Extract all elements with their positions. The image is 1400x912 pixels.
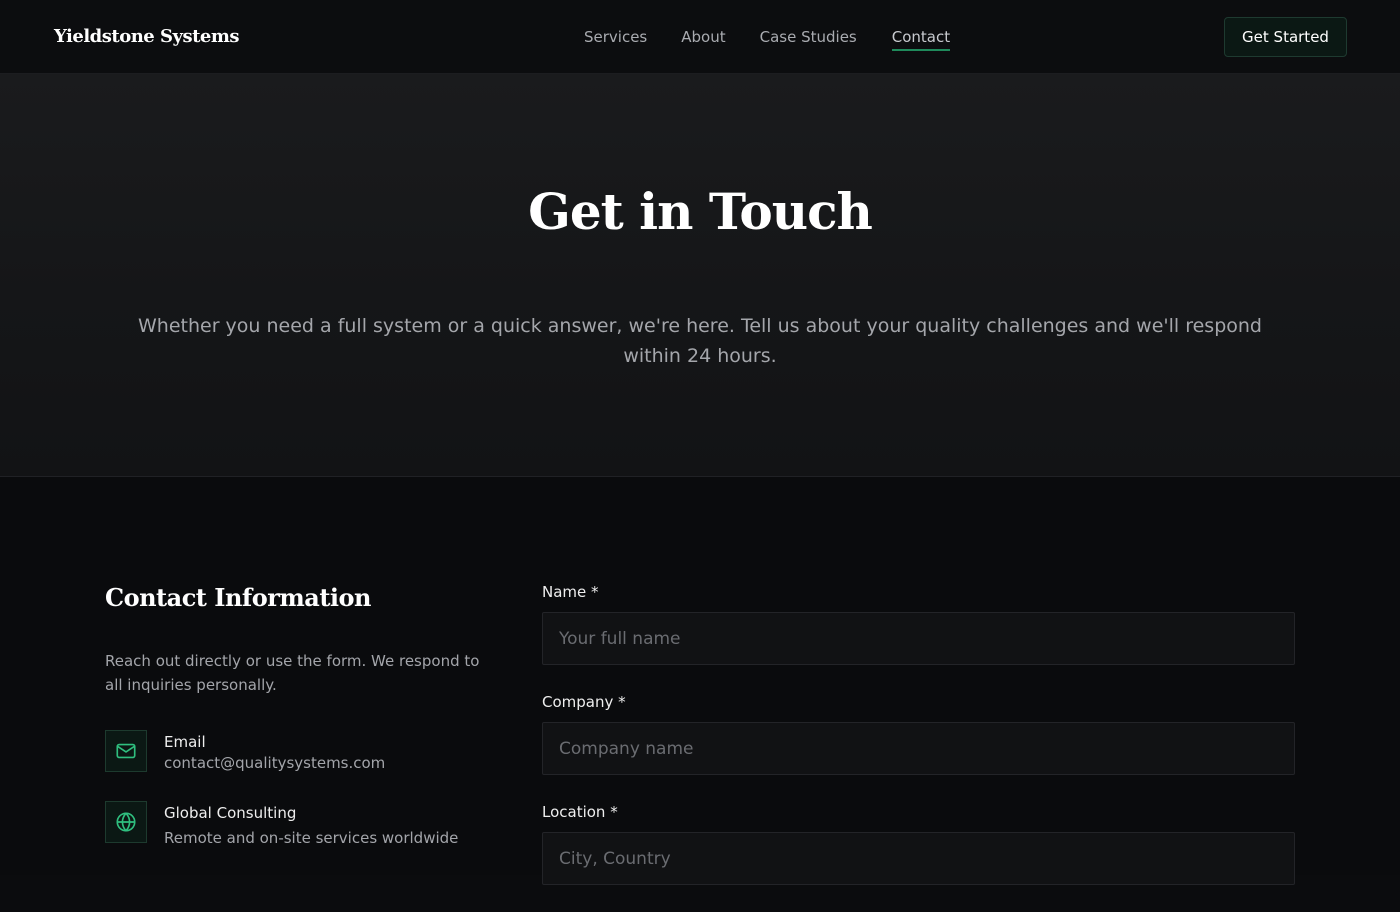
contact-item-text: Email contact@qualitysystems.com bbox=[164, 730, 385, 774]
name-label: Name * bbox=[542, 583, 599, 601]
contact-form: Name * Company * Location * bbox=[542, 582, 1295, 912]
hero-section: Get in Touch Whether you need a full sys… bbox=[0, 74, 1400, 477]
contact-item-email: Email contact@qualitysystems.com bbox=[105, 730, 385, 774]
hero-subtitle: Whether you need a full system or a quic… bbox=[138, 315, 1262, 367]
company-input[interactable] bbox=[542, 722, 1295, 775]
contact-info-description: Reach out directly or use the form. We r… bbox=[105, 652, 480, 694]
brand-logo[interactable]: Yieldstone Systems bbox=[54, 26, 240, 47]
name-input[interactable] bbox=[542, 612, 1295, 665]
contact-info-title: Contact Information bbox=[105, 583, 372, 612]
nav-links: Services About Case Studies Contact bbox=[584, 28, 951, 51]
nav-link-contact[interactable]: Contact bbox=[891, 28, 951, 51]
location-input[interactable] bbox=[542, 832, 1295, 885]
form-field-name: Name * bbox=[542, 582, 1295, 665]
location-label: Location * bbox=[542, 803, 618, 821]
top-navigation: Yieldstone Systems Services About Case S… bbox=[0, 0, 1400, 74]
contact-item-value: Remote and on-site services worldwide bbox=[164, 829, 459, 847]
nav-link-case-studies[interactable]: Case Studies bbox=[760, 28, 857, 51]
page-title: Get in Touch bbox=[528, 182, 873, 241]
form-field-company: Company * bbox=[542, 692, 1295, 775]
form-field-location: Location * bbox=[542, 802, 1295, 885]
nav-link-about[interactable]: About bbox=[681, 28, 725, 51]
get-started-button[interactable]: Get Started bbox=[1224, 17, 1347, 57]
mail-icon bbox=[105, 730, 147, 772]
contact-section: Contact Information Reach out directly o… bbox=[0, 477, 1400, 885]
contact-item-label: Global Consulting bbox=[164, 804, 297, 822]
contact-item-global: Global Consulting Remote and on-site ser… bbox=[105, 801, 458, 849]
contact-item-label: Email bbox=[164, 733, 206, 751]
company-label: Company * bbox=[542, 693, 626, 711]
contact-item-text: Global Consulting Remote and on-site ser… bbox=[164, 801, 458, 849]
email-address-link[interactable]: contact@qualitysystems.com bbox=[164, 752, 385, 774]
nav-link-services[interactable]: Services bbox=[584, 28, 647, 51]
globe-icon bbox=[105, 801, 147, 843]
